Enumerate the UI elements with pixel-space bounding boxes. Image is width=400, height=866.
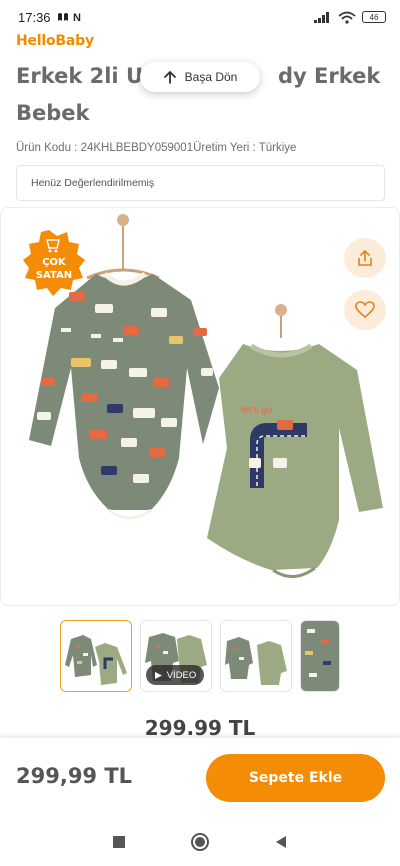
status-bar: 17:36 N 46 (0, 0, 400, 34)
wifi-icon (338, 11, 356, 24)
product-code: Ürün Kodu : 24KHLBEBDY059001Üretim Yeri … (16, 142, 297, 154)
thumbnail-1[interactable] (60, 620, 132, 692)
back-to-top-button[interactable]: Başa Dön (140, 62, 260, 92)
status-time: 17:36 (18, 9, 51, 25)
thumbnail-image (225, 637, 287, 685)
thumbnail-3[interactable] (220, 620, 292, 692)
back-to-top-label: Başa Dön (184, 70, 238, 84)
share-icon (358, 249, 372, 266)
badge-line-2: SATAN (36, 270, 72, 281)
system-nav-bar (0, 818, 400, 866)
add-to-cart-label: Sepete Ekle (248, 770, 343, 786)
home-icon[interactable] (190, 832, 210, 852)
battery-icon: 46 (362, 11, 386, 23)
video-badge: VİDEO (146, 665, 204, 685)
product-gallery[interactable]: let's go ÇOK SATAN (0, 207, 400, 606)
signal-icon (314, 12, 329, 23)
thumbnail-4[interactable] (300, 620, 340, 692)
thumbnail-strip: VİDEO (60, 620, 400, 692)
arrow-up-icon (163, 70, 176, 84)
add-to-cart-button[interactable]: Sepete Ekle (206, 754, 385, 802)
reviews-label: Henüz Değerlendirilmemiş (31, 177, 155, 189)
play-icon (154, 671, 162, 679)
share-button[interactable] (344, 238, 386, 278)
print-text: let's go (241, 405, 273, 416)
purchase-bar: 299,99 TL Sepete Ekle (0, 738, 400, 818)
brand-logo[interactable]: HelloBaby (16, 33, 94, 49)
thumbnail-image (301, 621, 339, 691)
reviews-box[interactable]: Henüz Değerlendirilmemiş (16, 165, 385, 201)
svg-text:N: N (73, 12, 81, 23)
best-seller-badge: ÇOK SATAN (23, 230, 85, 296)
badge-line-1: ÇOK (42, 257, 67, 268)
favorite-button[interactable] (344, 290, 386, 330)
recent-apps-icon[interactable] (112, 835, 126, 849)
notification-icon: N (57, 12, 81, 23)
product-price: 299,99 TL (16, 764, 133, 788)
product-image: let's go ÇOK SATAN (23, 214, 383, 578)
heart-icon (355, 301, 375, 319)
product-page: 17:36 N 46 HelloBaby Erkek 2li Uz dy Erk… (0, 0, 400, 866)
thumbnail-image (65, 635, 127, 685)
thumbnail-2[interactable]: VİDEO (140, 620, 212, 692)
product-price-inline: 299.99 TL (144, 716, 256, 740)
back-icon[interactable] (274, 835, 288, 849)
